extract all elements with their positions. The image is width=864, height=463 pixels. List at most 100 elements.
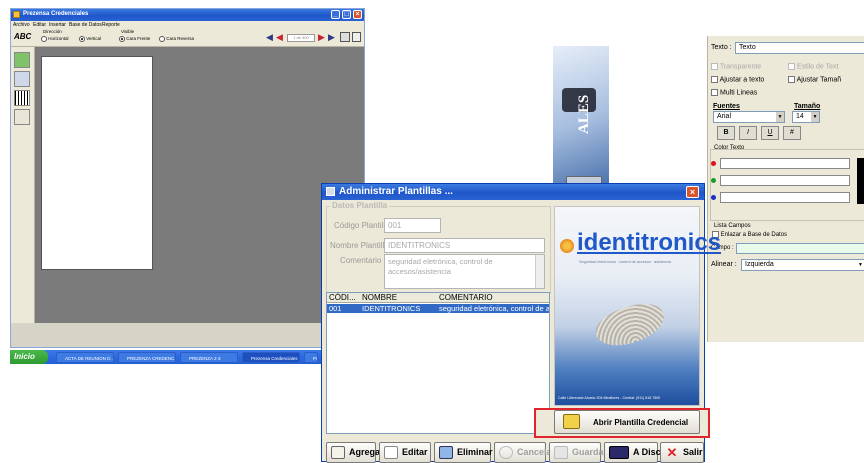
enlazar-checkbox[interactable]: Enlazar a Base de Datos (712, 231, 787, 238)
start-button[interactable]: Inicio (10, 350, 48, 364)
italic-button[interactable]: I (739, 126, 757, 140)
color-preview-swatch (857, 158, 864, 204)
ajustar-tamano-label: Ajustar Tamañ (796, 76, 842, 84)
eliminar-label: Eliminar (457, 447, 493, 457)
eliminar-button[interactable]: Eliminar (434, 442, 493, 463)
underline-button[interactable]: U (761, 126, 779, 140)
menu-archivo[interactable]: Archivo (13, 21, 30, 29)
guardar-button[interactable]: Guardar (549, 442, 607, 463)
abc-text-icon[interactable]: ABC (14, 32, 31, 41)
menu-editar[interactable]: Editar (33, 21, 46, 29)
cara-reversa-option[interactable]: Cara Reversa (159, 36, 194, 42)
red-slider[interactable] (720, 158, 850, 169)
editar-icon (384, 446, 398, 459)
ajustar-texto-checkbox[interactable]: Ajustar a texto (711, 76, 764, 83)
properties-panel: Texto : Texto Transparente Estilo de Tex… (707, 36, 864, 342)
campo-input[interactable] (736, 243, 864, 254)
direccion-label: Dirección (43, 29, 62, 34)
previous-red-arrow-icon[interactable]: ◀ (276, 32, 283, 43)
agregar-button[interactable]: Agregar (326, 442, 384, 463)
visible-label: Visible (121, 29, 135, 34)
dialog-close-button[interactable]: × (686, 186, 699, 198)
cancelar-icon (499, 446, 513, 459)
nombre-field[interactable]: IDENTITRONICS (384, 238, 545, 253)
taskbar-item-pr[interactable]: Pr (304, 352, 318, 363)
plantillas-list[interactable]: CÓDI... NOMBRE COMENTARIO 001 IDENTITRON… (326, 292, 550, 434)
credential-canvas[interactable] (41, 56, 153, 270)
size-select-arrow-icon[interactable]: ▼ (811, 112, 819, 122)
ajustar-tamano-checkbox[interactable]: Ajustar Tamañ (788, 76, 841, 83)
abrir-plantilla-credencial-button[interactable]: Abrir Plantilla Credencial (554, 410, 700, 434)
menu-base-de-datos[interactable]: Base de Datos (69, 21, 102, 29)
direccion-horizontal-option[interactable]: Horizontal (41, 36, 69, 42)
fingerprint-image (591, 297, 669, 353)
alinear-select[interactable]: Izquierda (741, 259, 864, 271)
direccion-vertical-option[interactable]: Vertical (79, 36, 101, 42)
print-icon[interactable] (340, 32, 350, 42)
alinear-arrow-icon[interactable]: ▼ (858, 262, 863, 268)
taskbar-item-acta[interactable]: ACTA DE REUNION D... (56, 352, 114, 363)
salir-x-icon: ✕ (666, 445, 678, 460)
page-counter[interactable]: 1 de 500 (287, 34, 315, 42)
minimize-button[interactable]: _ (331, 10, 340, 19)
maximize-button[interactable]: □ (342, 10, 351, 19)
alinear-label: Alinear : (711, 261, 737, 268)
editar-button[interactable]: Editar (379, 442, 431, 463)
taskbar-item-prezenza-2-3[interactable]: PREZENZA 2-3 (180, 352, 238, 363)
next-red-arrow-icon[interactable]: ▶ (318, 32, 325, 43)
multi-lineas-checkbox[interactable]: Multi Lineas (711, 89, 757, 96)
taskbar: Inicio ACTA DE REUNION D... PREZENZA CRE… (10, 350, 365, 364)
texto-input[interactable]: Texto (735, 42, 864, 54)
disk-icon (609, 446, 629, 459)
tool-palette (11, 47, 35, 323)
taskbar-item-prezensa-credenciales[interactable]: Prezensa Credenciales (242, 352, 300, 363)
menu-insertar[interactable]: Insertar (49, 21, 66, 29)
shape-tool-icon[interactable] (14, 71, 30, 87)
codigo-field[interactable]: 001 (384, 218, 441, 233)
row-nombre: IDENTITRONICS (362, 304, 421, 313)
blue-slider[interactable] (720, 192, 850, 203)
menu-reporte[interactable]: Reporte (102, 21, 120, 29)
table-row[interactable]: 001 IDENTITRONICS seguridad eletrónica, … (327, 304, 549, 313)
printer-tool-icon[interactable] (14, 109, 30, 125)
next-arrow-icon[interactable]: ▶ (328, 32, 335, 43)
close-button[interactable]: × (353, 10, 362, 19)
dialog-title-bar: Administrar Plantillas ... × (322, 184, 704, 200)
salir-label: Salir (683, 447, 703, 457)
green-slider[interactable] (720, 175, 850, 186)
cara-frente-label: Cara Frente (126, 36, 151, 42)
menu-bar: Archivo Editar Insertar Base de Datos Re… (11, 21, 364, 29)
estilo-texto-label: Estilo de Text (796, 63, 839, 71)
font-select-arrow-icon[interactable]: ▼ (776, 112, 784, 122)
font-select[interactable]: Arial (713, 111, 785, 123)
ajustar-texto-label: Ajustar a texto (719, 76, 765, 84)
row-comentario: seguridad eletrónica, control de ac... (439, 304, 549, 313)
image-tool-icon[interactable] (14, 52, 30, 68)
cancelar-button[interactable]: Cancelar (494, 442, 555, 463)
comentario-scrollbar[interactable] (535, 255, 544, 288)
column-nombre[interactable]: NOMBRE (362, 293, 397, 303)
style-button-row: B I U # (713, 126, 813, 142)
brand-logo-icon (560, 239, 574, 253)
enlazar-label: Enlazar a Base de Datos (720, 232, 788, 239)
salir-button[interactable]: ✕ Salir (660, 442, 704, 463)
brand-name: identitronics (577, 229, 722, 256)
print-preview-icon[interactable] (352, 32, 361, 42)
previous-arrow-icon[interactable]: ◀ (266, 32, 273, 43)
barcode-tool-icon[interactable] (14, 90, 30, 106)
cara-frente-option[interactable]: Cara Frente (119, 36, 150, 42)
list-header: CÓDI... NOMBRE COMENTARIO (327, 293, 549, 303)
column-comentario[interactable]: COMENTARIO (439, 293, 493, 303)
column-codigo[interactable]: CÓDI... (329, 293, 356, 303)
a-disco-button[interactable]: A Disco (604, 442, 666, 463)
tamano-label: Tamaño (794, 103, 821, 110)
row-code: 001 (329, 304, 342, 313)
app-icon (13, 11, 20, 18)
editar-label: Editar (402, 447, 428, 457)
bold-button[interactable]: B (717, 126, 735, 140)
taskbar-item-prezenza-credenc[interactable]: PREZENZA CREDENC... (118, 352, 176, 363)
transparente-checkbox: Transparente (711, 63, 761, 70)
comentario-field[interactable]: seguridad eletrónica, control de accesos… (384, 254, 545, 289)
strikeout-button[interactable]: # (783, 126, 801, 140)
main-app-window: Prezensa Credenciales _ □ × Archivo Edit… (10, 8, 365, 348)
